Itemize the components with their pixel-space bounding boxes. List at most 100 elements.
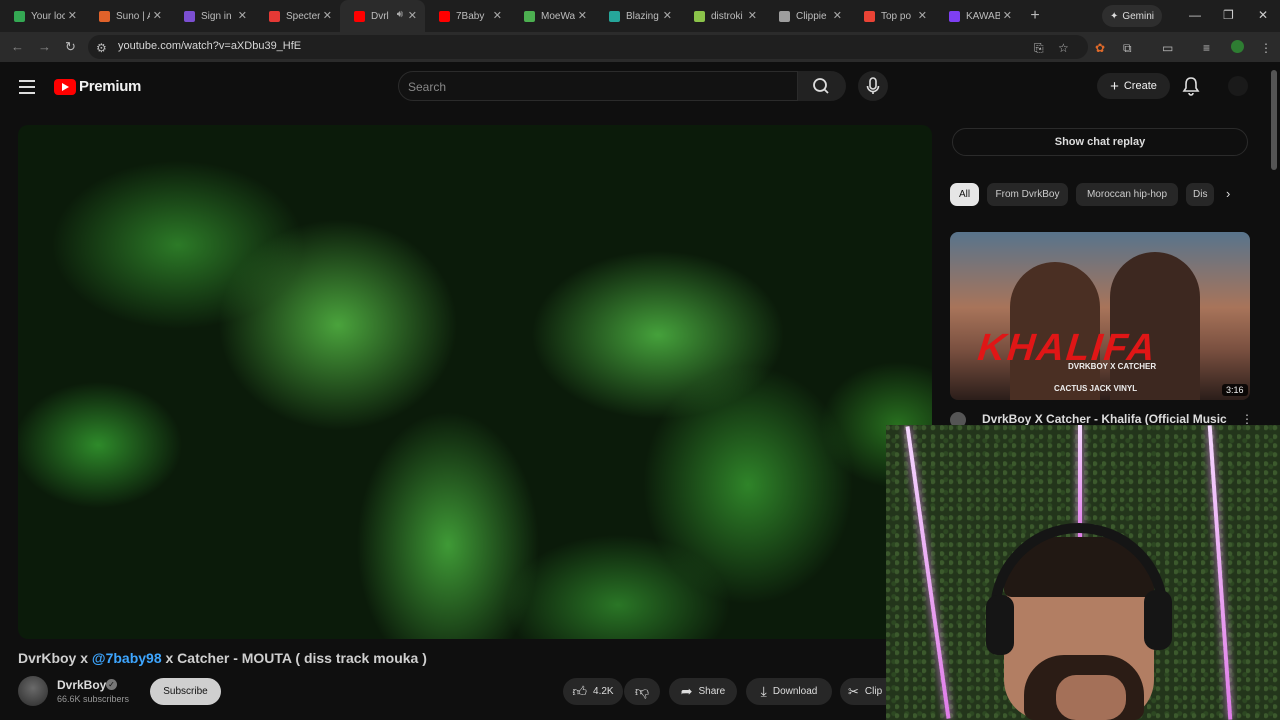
- like-button[interactable]: 👍︎ 4.2K: [563, 678, 623, 705]
- recommendation-thumbnail[interactable]: KHALIFA DVRKBOY X CATCHER CACTUS JACK VI…: [950, 232, 1250, 400]
- streamer-hand: [1056, 675, 1126, 720]
- new-tab-button[interactable]: +: [1020, 7, 1050, 25]
- tab-title: Top po: [881, 10, 912, 22]
- tab-close-icon[interactable]: ✕: [1003, 9, 1012, 22]
- like-count: 4.2K: [593, 686, 614, 697]
- more-options-icon[interactable]: ⋮: [1241, 412, 1253, 426]
- tab-close-icon[interactable]: ✕: [68, 9, 77, 22]
- youtube-premium-logo[interactable]: Premium: [54, 78, 141, 95]
- search-input[interactable]: [398, 71, 798, 101]
- share-button[interactable]: ➦ Share: [669, 678, 737, 705]
- share-icon: ➦: [680, 683, 693, 699]
- notifications-button[interactable]: [1182, 76, 1200, 101]
- verified-icon: ✓: [106, 679, 117, 690]
- gemini-icon: ✦: [1109, 10, 1119, 22]
- gemini-button[interactable]: ✦ Gemini: [1102, 5, 1162, 27]
- browser-tab[interactable]: Dvrl 🔊︎ ✕: [340, 0, 425, 32]
- scissors-icon: ✂: [848, 683, 859, 699]
- menu-dots-icon[interactable]: ⋮: [1260, 41, 1272, 55]
- tab-favicon-icon: [694, 10, 705, 22]
- browser-tab[interactable]: Clippie ✕: [765, 0, 850, 32]
- browser-tab[interactable]: Blazing ✕: [595, 0, 680, 32]
- show-chat-replay-button[interactable]: Show chat replay: [952, 128, 1248, 156]
- search-button[interactable]: [798, 71, 846, 101]
- voice-search-button[interactable]: [858, 71, 888, 101]
- title-prefix: DvrKboy x: [18, 650, 92, 666]
- browser-tab[interactable]: 7Baby ✕: [425, 0, 510, 32]
- tab-close-icon[interactable]: ✕: [323, 9, 332, 22]
- thumbs-down-icon: 👎︎: [634, 683, 650, 699]
- browser-tab[interactable]: KAWAB ✕: [935, 0, 1020, 32]
- download-icon: ⤓: [760, 683, 767, 699]
- close-window-icon[interactable]: ✕: [1258, 8, 1268, 22]
- video-player[interactable]: [18, 125, 932, 639]
- search-icon: [813, 78, 829, 94]
- tab-close-icon[interactable]: ✕: [153, 9, 162, 22]
- create-label: Create: [1123, 80, 1157, 92]
- extension-icon[interactable]: ✿: [1095, 41, 1105, 55]
- video-title: DvrKboy x @7baby98 x Catcher - MOUTA ( d…: [18, 650, 427, 666]
- microphone-icon: [866, 77, 880, 94]
- subscribe-button[interactable]: Subscribe: [150, 678, 221, 705]
- tab-close-icon[interactable]: ✕: [408, 9, 417, 22]
- tab-list: Your loc✕Suno | A✕Sign in✕Specterr✕Dvrl🔊…: [0, 0, 1020, 32]
- download-button[interactable]: ⤓ Download: [746, 678, 832, 705]
- browser-tab[interactable]: distroki ✕: [680, 0, 765, 32]
- tab-close-icon[interactable]: ✕: [238, 9, 247, 22]
- minimize-icon[interactable]: —: [1189, 8, 1201, 22]
- tab-favicon-icon: [354, 10, 365, 22]
- tab-favicon-icon: [14, 10, 25, 22]
- tab-close-icon[interactable]: ✕: [578, 9, 587, 22]
- extensions-puzzle-icon[interactable]: ⧉: [1123, 41, 1132, 56]
- media-controls-icon[interactable]: ≡: [1203, 41, 1210, 55]
- tab-close-icon[interactable]: ✕: [918, 9, 927, 22]
- chip-moroccan-hiphop[interactable]: Moroccan hip-hop: [1076, 183, 1178, 206]
- tab-close-icon[interactable]: ✕: [833, 9, 842, 22]
- browser-tab[interactable]: Top po ✕: [850, 0, 935, 32]
- tab-close-icon[interactable]: ✕: [493, 9, 502, 22]
- site-info-icon[interactable]: ⚙: [96, 41, 107, 55]
- gemini-label: Gemini: [1122, 10, 1155, 22]
- install-icon[interactable]: ⎘: [1034, 41, 1044, 56]
- side-panel-icon[interactable]: ▭: [1162, 41, 1173, 55]
- download-label: Download: [772, 686, 818, 697]
- chevron-right-icon[interactable]: ›: [1226, 186, 1230, 201]
- browser-tab[interactable]: Suno | A ✕: [85, 0, 170, 32]
- channel-avatar[interactable]: [18, 676, 48, 706]
- title-mention-link[interactable]: @7baby98: [92, 650, 162, 666]
- create-button[interactable]: + Create: [1097, 73, 1170, 99]
- tab-favicon-icon: [949, 10, 960, 22]
- tab-title: Blazing: [626, 10, 659, 22]
- tab-favicon-icon: [609, 10, 620, 22]
- chip-from-dvrkboy[interactable]: From DvrkBoy: [987, 183, 1068, 206]
- youtube-header: Premium + Create: [0, 62, 1280, 112]
- bookmark-star-icon[interactable]: ☆: [1058, 41, 1069, 55]
- url-text: youtube.com/watch?v=aXDbu39_HfE: [118, 40, 302, 52]
- clip-label: Clip: [864, 686, 883, 697]
- tab-close-icon[interactable]: ✕: [663, 9, 672, 22]
- maximize-icon[interactable]: ❐: [1223, 8, 1234, 22]
- account-avatar[interactable]: [1228, 76, 1248, 96]
- forward-icon[interactable]: →: [38, 39, 51, 54]
- tab-close-icon[interactable]: ✕: [748, 9, 757, 22]
- tab-title: Your loc: [31, 10, 65, 22]
- browser-tab[interactable]: Specterr✕: [255, 0, 340, 32]
- chip-partial[interactable]: Dis: [1186, 183, 1214, 206]
- channel-name[interactable]: DvrkBoy: [57, 678, 106, 692]
- browser-tab[interactable]: Sign in ✕: [170, 0, 255, 32]
- recommendation-title[interactable]: DvrkBoy X Catcher - Khalifa (Official Mu…: [982, 412, 1227, 426]
- tab-audio-icon[interactable]: 🔊︎: [397, 9, 403, 20]
- hamburger-menu-icon[interactable]: [19, 80, 35, 94]
- chip-all[interactable]: All: [950, 183, 979, 206]
- dislike-button[interactable]: 👎︎: [624, 678, 660, 705]
- headphone-right: [1144, 590, 1172, 650]
- browser-tab[interactable]: Your loc ✕: [0, 0, 85, 32]
- tab-favicon-icon: [99, 10, 110, 22]
- profile-avatar[interactable]: [1231, 40, 1244, 53]
- page-scrollbar[interactable]: [1271, 70, 1277, 170]
- back-icon[interactable]: ←: [11, 39, 24, 54]
- title-suffix: x Catcher - MOUTA ( diss track mouka ): [161, 650, 427, 666]
- reload-icon[interactable]: ↻: [65, 39, 76, 55]
- duration-badge: 3:16: [1222, 384, 1248, 396]
- browser-tab[interactable]: MoeWa ✕: [510, 0, 595, 32]
